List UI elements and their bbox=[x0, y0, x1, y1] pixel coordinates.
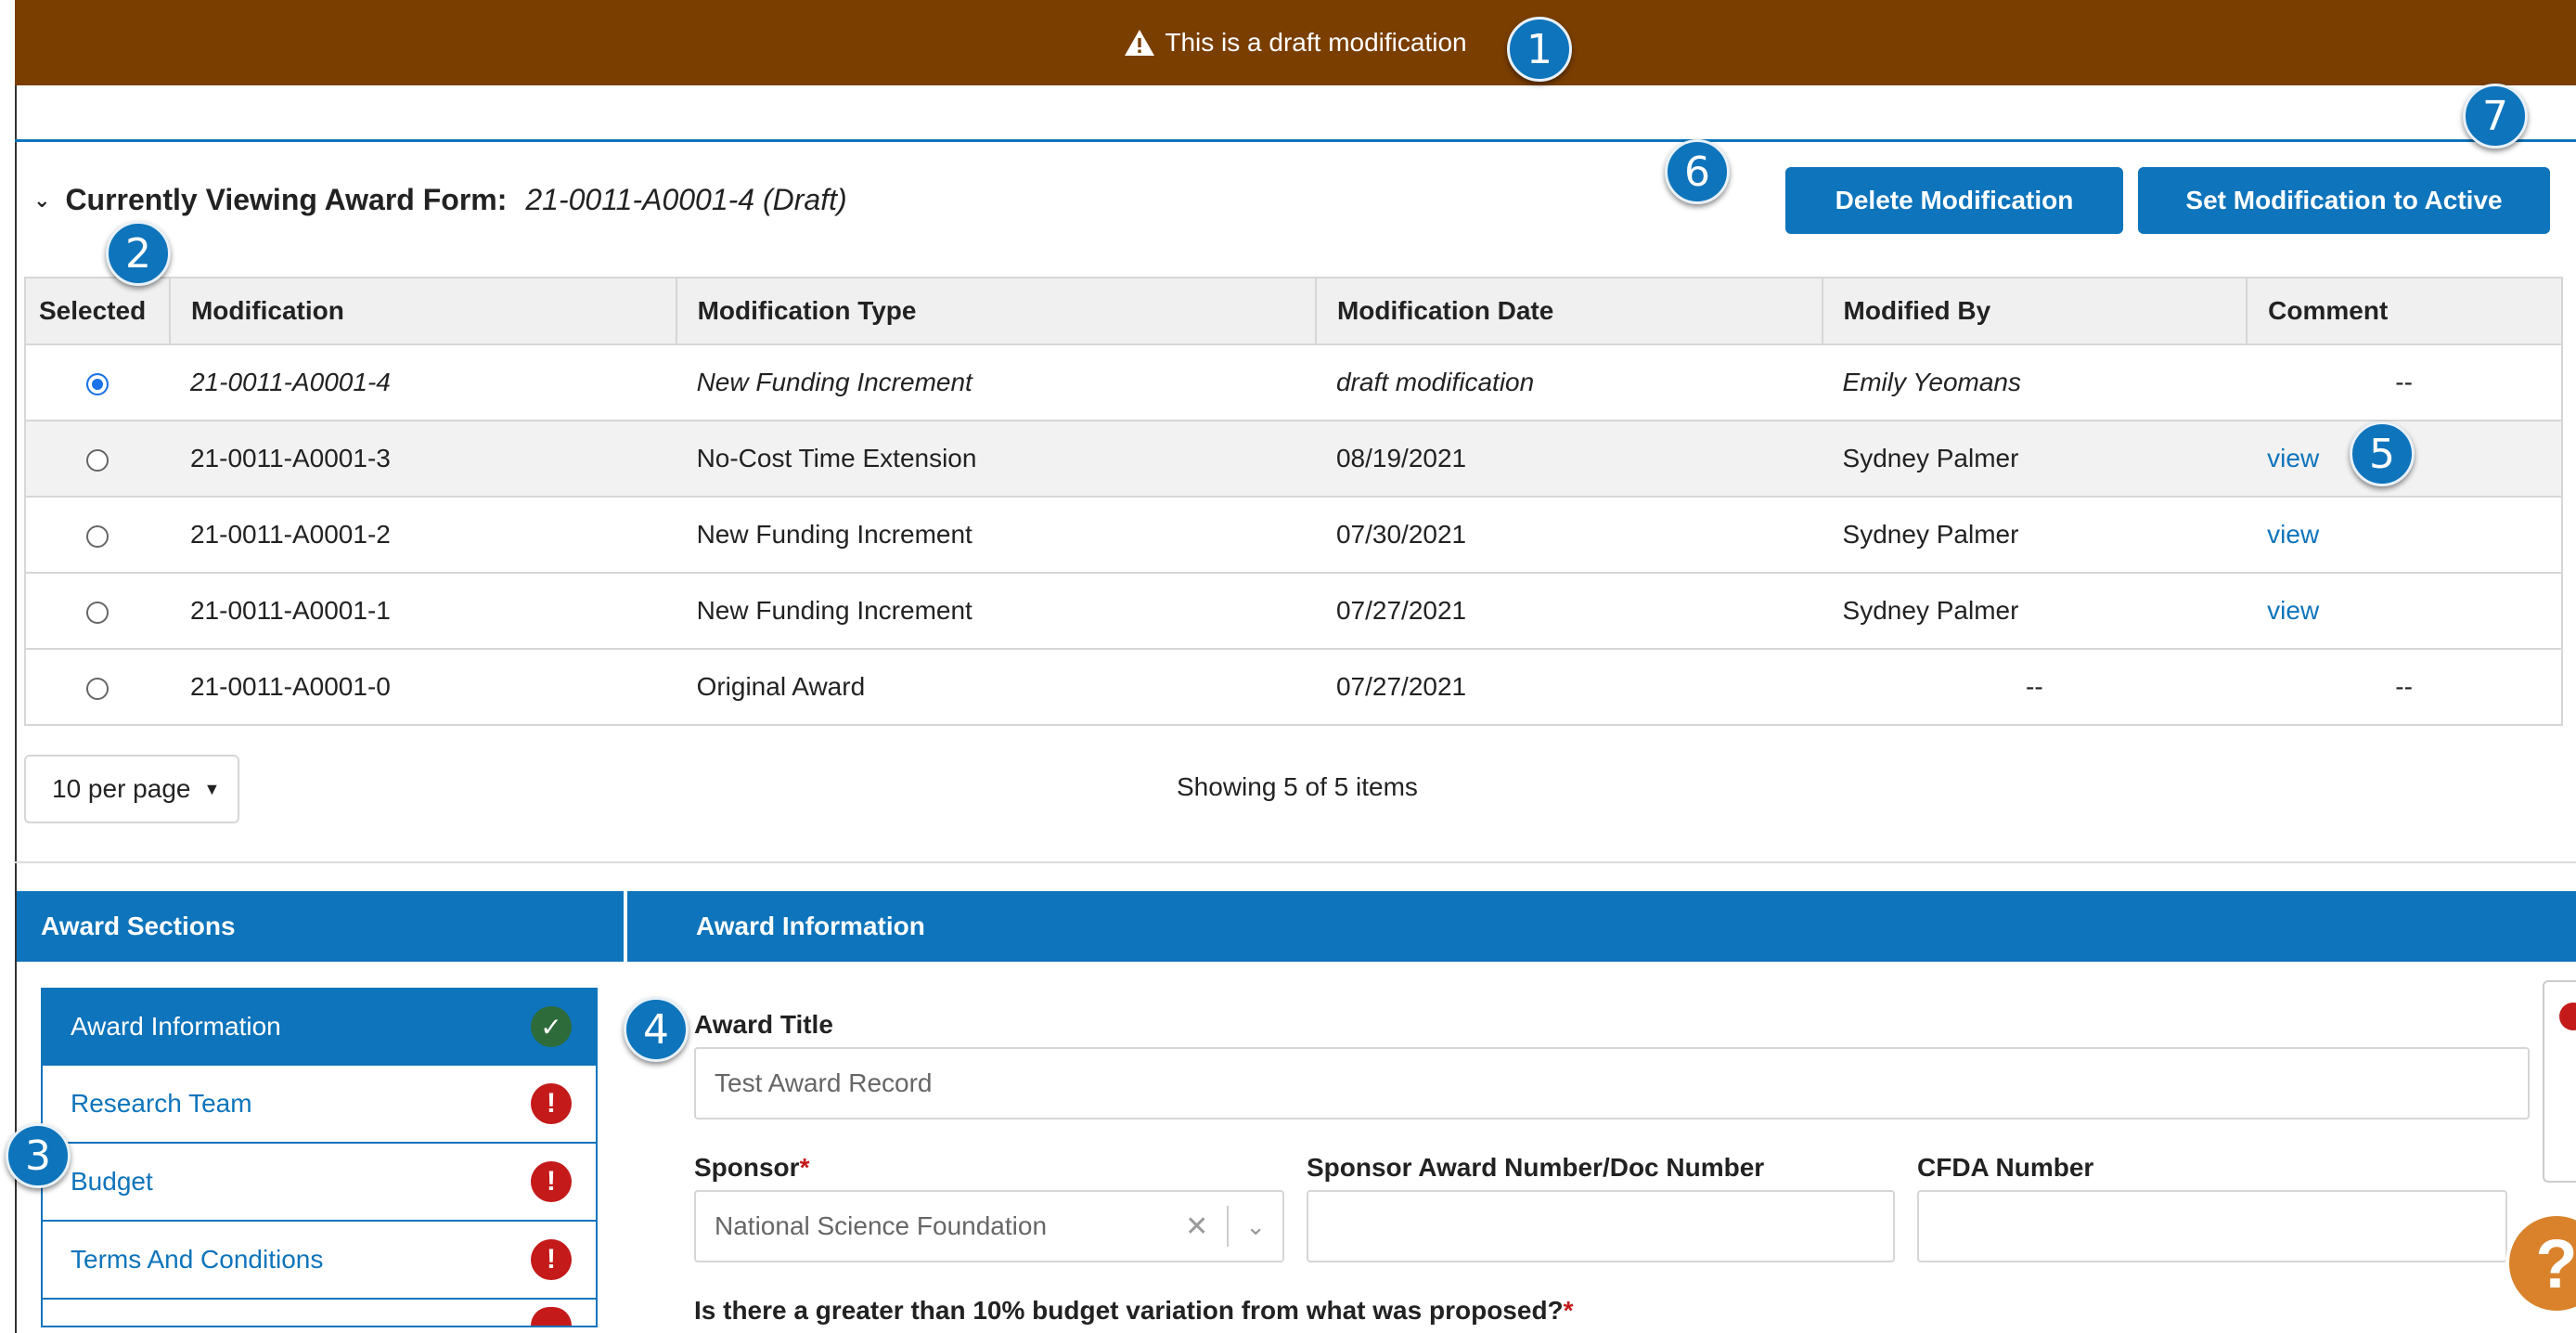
column-header: Modification Type bbox=[675, 277, 1317, 345]
date-cell: 07/30/2021 bbox=[1315, 496, 1823, 574]
cfda-number-label: CFDA Number bbox=[1917, 1153, 2094, 1182]
viewing-header[interactable]: ⌄ Currently Viewing Award Form: 21-0011-… bbox=[33, 183, 847, 217]
caret-down-icon: ▼ bbox=[203, 779, 221, 798]
award-sections-list: Award Information ✓ Research Team ! Budg… bbox=[41, 988, 598, 1327]
date-cell: 07/27/2021 bbox=[1315, 648, 1823, 726]
type-cell: No-Cost Time Extension bbox=[676, 420, 1316, 498]
table-row: 21-0011-A0001-1 New Funding Increment 07… bbox=[24, 572, 2563, 650]
modification-cell: 21-0011-A0001-0 bbox=[169, 648, 676, 726]
view-comment-link[interactable]: view bbox=[2247, 572, 2563, 650]
callout-badge: 3 bbox=[6, 1123, 71, 1188]
view-comment-link[interactable]: view bbox=[2247, 496, 2563, 574]
error-icon bbox=[531, 1307, 572, 1326]
table-row: ☝ 21-0011-A0001-3 No-Cost Time Extension… bbox=[24, 420, 2563, 498]
clear-icon[interactable]: ✕ bbox=[1166, 1210, 1227, 1243]
check-circle-icon: ✓ bbox=[531, 1006, 572, 1047]
error-icon: ! bbox=[531, 1083, 572, 1124]
callout-badge: 7 bbox=[2463, 84, 2528, 149]
type-cell: New Funding Increment bbox=[676, 572, 1316, 650]
viewing-value: 21-0011-A0001-4 (Draft) bbox=[525, 183, 847, 216]
section-item-label: Award Information bbox=[71, 1012, 281, 1041]
award-title-label: Award Title bbox=[694, 1010, 833, 1039]
date-cell: 07/27/2021 bbox=[1315, 572, 1823, 650]
table-header-row: Selected Modification Modification Type … bbox=[24, 277, 2563, 345]
table-row: 21-0011-A0001-2 New Funding Increment 07… bbox=[24, 496, 2563, 574]
type-cell: New Funding Increment bbox=[676, 496, 1316, 574]
section-item-terms-and-conditions[interactable]: Terms And Conditions ! bbox=[41, 1222, 598, 1300]
row-select-radio[interactable] bbox=[86, 677, 109, 700]
type-cell: New Funding Increment bbox=[676, 343, 1316, 421]
modification-cell: 21-0011-A0001-1 bbox=[169, 572, 676, 650]
draft-banner-text: This is a draft modification bbox=[1165, 28, 1467, 57]
type-cell: Original Award bbox=[676, 648, 1316, 726]
column-header: Comment bbox=[2246, 277, 2563, 345]
section-item-budget[interactable]: Budget ! bbox=[41, 1144, 598, 1222]
column-header: Selected bbox=[24, 277, 171, 345]
sponsor-value: National Science Foundation bbox=[715, 1211, 1048, 1240]
modified-by-cell: Emily Yeomans bbox=[1822, 343, 2248, 421]
sponsor-award-number-input[interactable] bbox=[1307, 1190, 1895, 1262]
viewing-label: Currently Viewing Award Form: bbox=[65, 183, 508, 216]
error-icon: ! bbox=[531, 1161, 572, 1202]
section-item-award-information[interactable]: Award Information ✓ bbox=[41, 988, 598, 1066]
date-cell: 08/19/2021 bbox=[1315, 420, 1823, 498]
section-item-research-team[interactable]: Research Team ! bbox=[41, 1066, 598, 1144]
warning-icon bbox=[1125, 30, 1155, 56]
sponsor-select[interactable]: National Science Foundation ✕ ⌄ bbox=[694, 1190, 1284, 1262]
showing-count: Showing 5 of 5 items bbox=[1177, 772, 1418, 801]
sponsor-label-text: Sponsor bbox=[694, 1153, 800, 1182]
sponsor-select-controls: ✕ ⌄ bbox=[1166, 1192, 1282, 1261]
award-title-input[interactable]: Test Award Record bbox=[694, 1047, 2530, 1119]
row-select-radio[interactable] bbox=[86, 524, 109, 548]
date-cell: draft modification bbox=[1315, 343, 1823, 421]
required-marker: * bbox=[799, 1153, 810, 1182]
comment-cell: -- bbox=[2247, 648, 2563, 726]
section-item-label: Budget bbox=[71, 1167, 153, 1196]
modification-cell: 21-0011-A0001-3 bbox=[169, 420, 676, 498]
comment-cell: -- bbox=[2247, 343, 2563, 421]
section-item-label: Research Team bbox=[71, 1089, 252, 1118]
budget-variation-label-text: Is there a greater than 10% budget varia… bbox=[694, 1296, 1564, 1325]
award-sections-header: Award Sections bbox=[17, 891, 624, 962]
section-item-label: Terms And Conditions bbox=[71, 1245, 324, 1274]
column-header: Modification bbox=[168, 277, 677, 345]
award-sections-title: Award Sections bbox=[41, 912, 236, 940]
set-active-button[interactable]: Set Modification to Active bbox=[2138, 167, 2550, 234]
chevron-down-icon[interactable]: ⌄ bbox=[1229, 1212, 1282, 1241]
per-page-select[interactable]: 10 per page ▼ bbox=[24, 755, 239, 823]
row-select-radio[interactable] bbox=[86, 372, 109, 395]
callout-badge: 2 bbox=[106, 221, 171, 286]
award-information-header: Award Information bbox=[627, 891, 2576, 962]
sponsor-label: Sponsor* bbox=[694, 1153, 809, 1183]
award-information-title: Award Information bbox=[696, 912, 925, 940]
delete-modification-button[interactable]: Delete Modification bbox=[1785, 167, 2123, 234]
budget-variation-label: Is there a greater than 10% budget varia… bbox=[694, 1296, 1574, 1326]
callout-badge: 4 bbox=[624, 997, 689, 1062]
sponsor-award-number-label: Sponsor Award Number/Doc Number bbox=[1307, 1153, 1765, 1182]
per-page-value: 10 per page bbox=[52, 774, 191, 803]
draft-banner: This is a draft modification bbox=[15, 0, 2576, 85]
callout-badge: 5 bbox=[2350, 421, 2415, 486]
modified-by-cell: Sydney Palmer bbox=[1822, 420, 2248, 498]
callout-badge: 6 bbox=[1665, 139, 1730, 204]
chevron-down-icon[interactable]: ⌄ bbox=[33, 188, 50, 213]
column-header: Modification Date bbox=[1314, 277, 1823, 345]
callout-badge: 1 bbox=[1507, 17, 1572, 82]
award-title-value: Test Award Record bbox=[715, 1068, 933, 1097]
modification-cell: 21-0011-A0001-2 bbox=[169, 496, 676, 574]
row-select-radio[interactable] bbox=[86, 448, 109, 472]
section-item-more[interactable] bbox=[41, 1300, 598, 1327]
required-marker: * bbox=[1563, 1296, 1574, 1325]
row-select-radio[interactable] bbox=[86, 601, 109, 624]
modified-by-cell: -- bbox=[1822, 648, 2248, 726]
table-row: 21-0011-A0001-4 New Funding Increment dr… bbox=[24, 343, 2563, 421]
error-icon: ! bbox=[531, 1239, 572, 1280]
cfda-number-input[interactable] bbox=[1917, 1190, 2507, 1262]
modified-by-cell: Sydney Palmer bbox=[1822, 572, 2248, 650]
modified-by-cell: Sydney Palmer bbox=[1822, 496, 2248, 574]
modification-cell: 21-0011-A0001-4 bbox=[169, 343, 676, 421]
table-row: 21-0011-A0001-0 Original Award 07/27/202… bbox=[24, 648, 2563, 726]
modifications-table: Selected Modification Modification Type … bbox=[24, 277, 2563, 726]
column-header: Modified By bbox=[1821, 277, 2248, 345]
